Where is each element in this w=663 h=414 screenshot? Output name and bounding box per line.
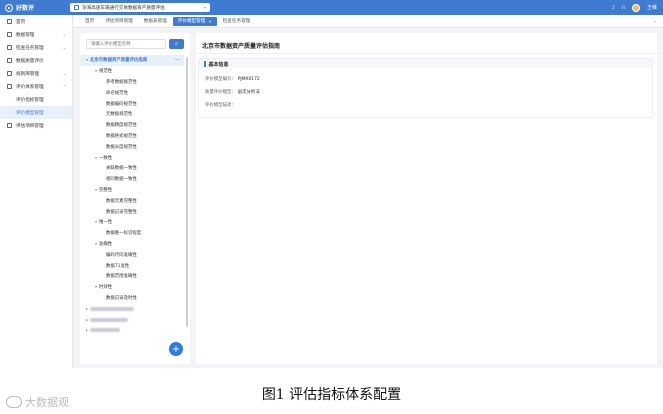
tab-bar: 首页 评估项目管理 数据表管理 评价模型管理 × 检查任务管理 ⌄ xyxy=(74,15,663,28)
top-right-tools: ♪ ⁞⁞ 王维 xyxy=(612,3,657,12)
system-icon xyxy=(7,84,12,89)
figure-caption: 图1 评估指标体系配置 xyxy=(261,387,402,403)
model-tree: ▾ 北京市数据资产质量评估指南 ··· ▾ 规范性 参考数据规范性 命名规范性 数据编码… xyxy=(80,55,184,336)
tree-node-category[interactable]: ▾ 唯一性 xyxy=(80,217,184,228)
project-name: 深海高速车辆通行交易数据资产质量评估 xyxy=(82,5,165,11)
field-evaluation-method: 质量评价模型： 层次分析法 xyxy=(205,90,260,95)
add-model-button[interactable]: + xyxy=(169,342,183,356)
redacted-label xyxy=(90,328,120,333)
sidebar-item-rule-library[interactable]: 规则库管理 ⌄ xyxy=(0,67,72,80)
tree-node-category[interactable]: ▾ 完整性 xyxy=(80,185,184,196)
top-bar: 好数评 深海高速车辆通行交易数据资产质量评估 ▾ ♪ ⁞⁞ 王维 xyxy=(0,0,663,15)
tab-table-management[interactable]: 数据表管理 xyxy=(139,17,172,26)
sidebar-item-home[interactable]: 首页 xyxy=(0,15,72,28)
tree-node-indicator[interactable]: 数据记录完整性 xyxy=(80,206,184,217)
tree-node-indicator[interactable]: 数据编码规范性 xyxy=(80,98,184,109)
folder-icon xyxy=(7,123,12,128)
app-name: 好数评 xyxy=(16,5,35,12)
tree-node-indicator[interactable]: 数据元素完整性 xyxy=(80,195,184,206)
tree-node-category[interactable]: ▾ 准确性 xyxy=(80,239,184,250)
database-icon xyxy=(7,32,12,37)
tree-node-indicator[interactable]: 数据唯一标识程度 xyxy=(80,228,184,239)
logo-icon xyxy=(5,3,13,12)
project-icon xyxy=(74,5,79,10)
tree-node-category[interactable]: ▾ 规范性 xyxy=(80,66,184,77)
tab-dropdown-icon[interactable]: ⌄ xyxy=(654,18,657,23)
field-model-description: 评价模型描述： xyxy=(205,103,236,108)
tab-model-management[interactable]: 评价模型管理 × xyxy=(172,16,217,26)
app-screen: 好数评 深海高速车辆通行交易数据资产质量评估 ▾ ♪ ⁞⁞ 王维 首页 数据管理… xyxy=(0,0,663,368)
basic-info-card: 基本信息 评价模型编号： PJMX0172 质量评价模型： 层次分析法 评价模型描述… xyxy=(198,58,653,118)
divider xyxy=(196,53,657,54)
avatar[interactable] xyxy=(631,3,640,12)
tree-node-indicator[interactable]: 数据精度规范性 xyxy=(80,120,184,131)
redacted-label xyxy=(90,306,134,311)
sidebar: 首页 数据管理 ⌄ 检查任务管理 ⌄ 数据质量评价 规则库管理 ⌄ 评价体系管理 ⌃ 评… xyxy=(0,15,73,368)
tree-node-indicator[interactable]: 命名规范性 xyxy=(80,87,184,98)
tab-home[interactable]: 首页 xyxy=(80,17,99,26)
close-icon[interactable]: × xyxy=(208,19,211,24)
chevron-up-icon: ⌃ xyxy=(62,84,66,89)
user-name[interactable]: 王维 xyxy=(647,4,657,11)
sidebar-item-indicator-management[interactable]: 评价指标管理 xyxy=(0,93,72,106)
more-icon[interactable]: ··· xyxy=(175,58,180,63)
project-selector[interactable]: 深海高速车辆通行交易数据资产质量评估 ▾ xyxy=(70,3,210,12)
notification-icon[interactable]: ♪ xyxy=(612,5,615,11)
chevron-down-icon: ⌄ xyxy=(62,32,66,37)
task-icon xyxy=(7,45,12,50)
tree-node-indicator[interactable]: 数据长度规范性 xyxy=(80,141,184,152)
sidebar-item-data-management[interactable]: 数据管理 ⌄ xyxy=(0,28,72,41)
chevron-down-icon: ⌄ xyxy=(62,71,66,76)
tree-node-category[interactable]: ▾ 一致性 xyxy=(80,152,184,163)
tree-scrollbar[interactable] xyxy=(186,57,188,327)
search-button[interactable]: ⌕ xyxy=(169,39,184,49)
tree-node-indicator[interactable]: 数据71准性 xyxy=(80,260,184,271)
chevron-down-icon: ⌄ xyxy=(62,45,66,50)
tree-node-indicator[interactable]: 数据范围准确性 xyxy=(80,271,184,282)
tree-node-indicator[interactable]: 参考数据规范性 xyxy=(80,77,184,88)
tree-node-indicator[interactable]: 数据格式规范性 xyxy=(80,131,184,142)
tree-node-redacted[interactable]: ▸ xyxy=(80,303,184,314)
tree-node-root[interactable]: ▾ 北京市数据资产质量评估指南 ··· xyxy=(80,55,184,66)
tree-node-redacted[interactable]: ▸ xyxy=(80,325,184,336)
tree-node-redacted[interactable]: ▸ xyxy=(80,314,184,325)
section-marker-icon xyxy=(204,61,206,67)
apps-grid-icon[interactable]: ⁞⁞ xyxy=(622,5,625,11)
sidebar-item-evaluation-system[interactable]: 评价体系管理 ⌃ xyxy=(0,80,72,93)
chevron-down-icon: ▾ xyxy=(203,5,206,10)
model-search-input[interactable] xyxy=(86,39,166,49)
home-icon xyxy=(7,19,12,24)
tree-node-indicator[interactable]: 数据记录及时性 xyxy=(80,293,184,304)
sidebar-item-quality-evaluation[interactable]: 数据质量评价 xyxy=(0,54,72,67)
detail-title: 北京市数据资产质量评估指南 xyxy=(202,43,281,50)
tree-node-indicator[interactable]: 元数据规范性 xyxy=(80,109,184,120)
model-tree-panel: ⌕ ▾ 北京市数据资产质量评估指南 ··· ▾规范性参考数据规范性命名规范性数据… xyxy=(80,33,190,364)
model-detail-panel: 北京市数据资产质量评估指南 基本信息 评价模型编号： PJMX0172 质量评价模… xyxy=(196,33,657,364)
tab-project-management[interactable]: 评估项目管理 xyxy=(100,17,138,26)
tree-node-category[interactable]: ▾ 时效性 xyxy=(80,282,184,293)
rules-icon xyxy=(7,71,12,76)
plus-icon: + xyxy=(171,343,181,355)
app-logo[interactable]: 好数评 xyxy=(5,3,34,12)
tree-node-indicator[interactable]: 编码代码准确性 xyxy=(80,249,184,260)
tree-node-indicator[interactable]: 关联数据一致性 xyxy=(80,163,184,174)
quality-icon xyxy=(7,58,12,63)
sidebar-item-check-tasks[interactable]: 检查任务管理 ⌄ xyxy=(0,41,72,54)
redacted-label xyxy=(90,317,128,322)
tree-node-indicator[interactable]: 相同数据一致性 xyxy=(80,174,184,185)
tab-check-tasks[interactable]: 检查任务管理 xyxy=(218,17,256,26)
sidebar-item-model-management[interactable]: 评价模型管理 xyxy=(0,106,72,119)
sidebar-item-project-management[interactable]: 评估项目管理 xyxy=(0,119,72,132)
search-icon: ⌕ xyxy=(175,41,178,47)
field-model-id: 评价模型编号： PJMX0172 xyxy=(205,77,260,82)
section-header: 基本信息 xyxy=(199,59,652,69)
